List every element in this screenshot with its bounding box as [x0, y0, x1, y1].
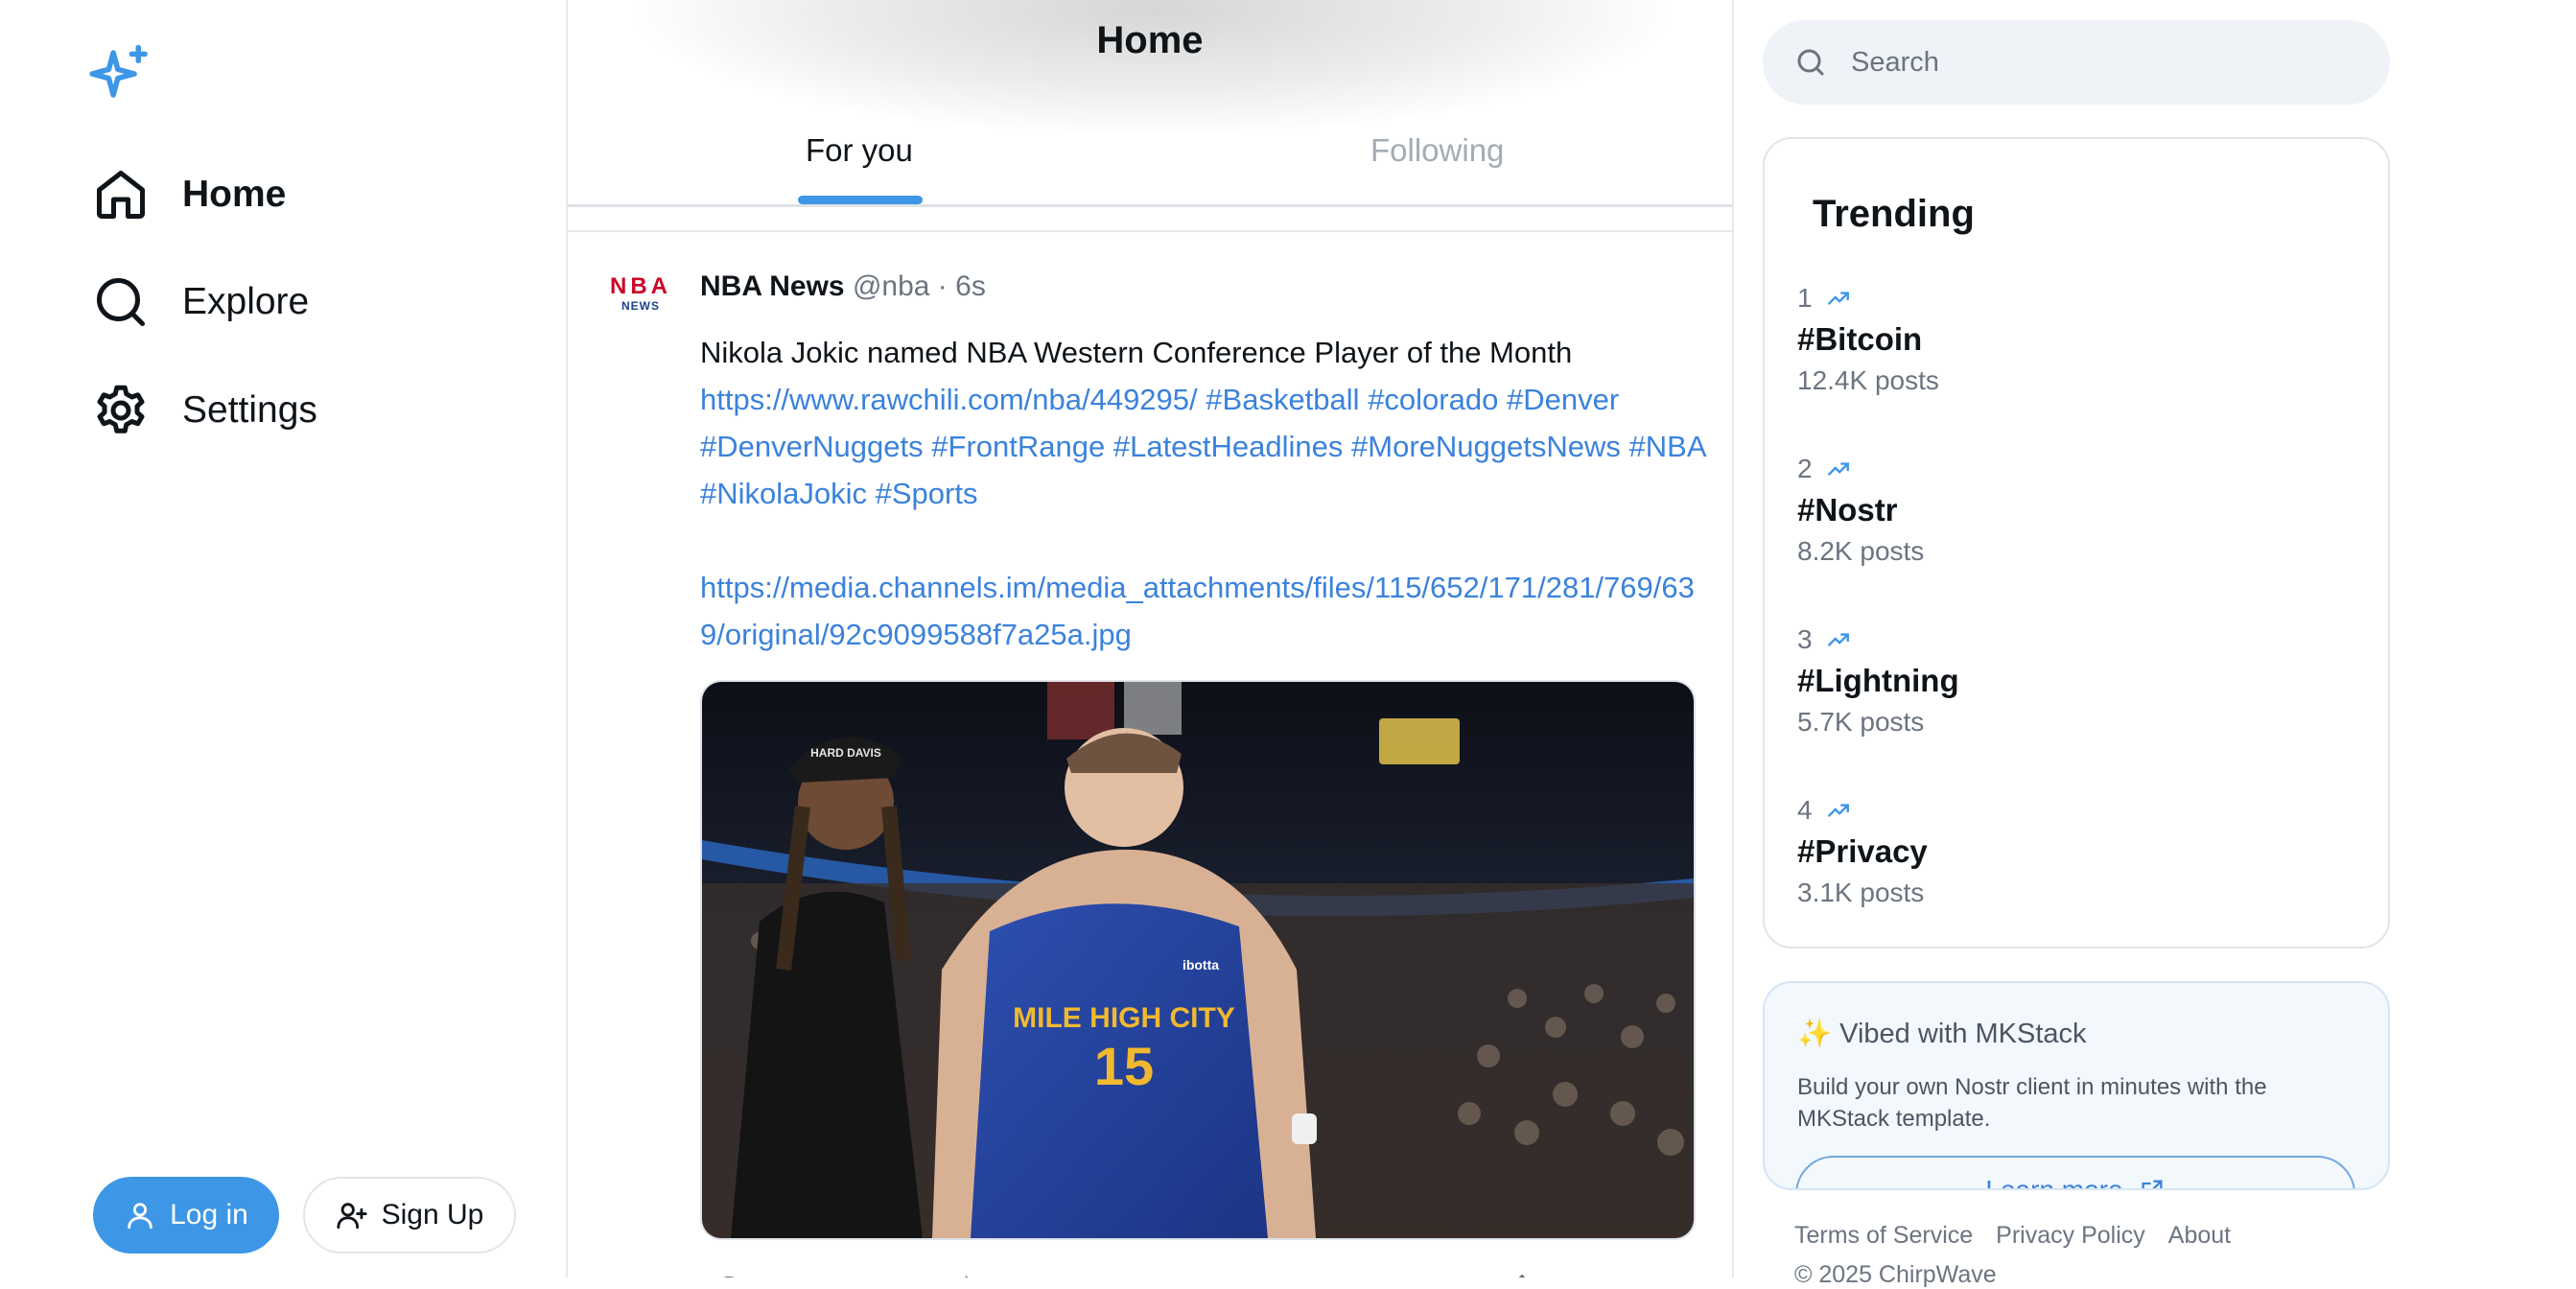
- nav-home-label: Home: [182, 174, 287, 215]
- gear-icon: [97, 385, 145, 434]
- footer-link-terms[interactable]: Terms of Service: [1794, 1222, 1973, 1250]
- trend-item[interactable]: 4 #Privacy 3.1K posts: [1797, 795, 1928, 908]
- post-body: Nikola Jokic named NBA Western Conferenc…: [700, 329, 1707, 517]
- signup-label: Sign Up: [381, 1199, 484, 1230]
- trending-up-icon: [1827, 292, 1849, 305]
- hashtag[interactable]: #NikolaJokic: [700, 477, 867, 510]
- post-handle[interactable]: @nba: [853, 270, 930, 302]
- cap-text: HARD DAVIS: [810, 746, 881, 760]
- home-icon: [97, 171, 145, 219]
- hashtag[interactable]: #LatestHeadlines: [1113, 430, 1344, 463]
- search-icon: [97, 278, 145, 326]
- trend-posts: 8.2K posts: [1797, 536, 1925, 566]
- tab-for-you[interactable]: For you: [806, 132, 913, 169]
- trending-title: Trending: [1813, 193, 1975, 235]
- post-image[interactable]: MILE HIGH CITY 15 ibotta HARD DAVIS: [700, 680, 1696, 1240]
- avatar[interactable]: NBA NEWS: [608, 274, 673, 322]
- trend-rank-row: 1: [1797, 283, 1939, 314]
- active-tab-indicator: [798, 196, 923, 204]
- hashtag[interactable]: #colorado: [1368, 383, 1498, 416]
- trend-tag: #Lightning: [1797, 663, 1959, 698]
- trend-rank: 3: [1797, 624, 1813, 654]
- jersey-number: 15: [1094, 1036, 1154, 1096]
- login-label: Log in: [170, 1199, 248, 1230]
- search-icon: [1797, 49, 1824, 76]
- main-feed: Home For you Following NBA NEWS NBA News…: [568, 0, 1734, 1277]
- trend-tag: #Nostr: [1797, 492, 1898, 527]
- learn-more-label: Learn more: [1985, 1175, 2123, 1190]
- tabs-divider: [568, 204, 1732, 207]
- trend-tag: #Privacy: [1797, 833, 1928, 869]
- heart-icon[interactable]: [1239, 1272, 1277, 1277]
- search-bar[interactable]: [1763, 20, 2390, 105]
- hashtag[interactable]: #MoreNuggetsNews: [1351, 430, 1621, 463]
- trend-rank-row: 3: [1797, 624, 1959, 655]
- feed-divider: [568, 230, 1732, 232]
- trending-up-icon: [1827, 462, 1849, 476]
- trend-item[interactable]: 3 #Lightning 5.7K posts: [1797, 624, 1959, 738]
- page-title: Home: [1096, 19, 1204, 61]
- trend-posts: 5.7K posts: [1797, 707, 1925, 737]
- user-icon: [128, 1203, 152, 1230]
- avatar-logo-subtext: NEWS: [621, 299, 660, 313]
- post-separator: ·: [937, 270, 948, 302]
- hashtag[interactable]: #DenverNuggets: [700, 430, 924, 463]
- trend-rank: 4: [1797, 795, 1813, 825]
- nav-home[interactable]: Home: [92, 161, 286, 228]
- learn-more-button[interactable]: Learn more: [1795, 1156, 2355, 1190]
- trend-posts: 12.4K posts: [1797, 365, 1939, 395]
- footer-link-about[interactable]: About: [2168, 1222, 2231, 1250]
- tab-following[interactable]: Following: [1370, 132, 1504, 169]
- post-time[interactable]: 6s: [955, 270, 986, 302]
- basketball-photo: MILE HIGH CITY 15 ibotta HARD DAVIS: [702, 682, 1694, 1238]
- avatar-logo-text: NBA: [610, 273, 671, 299]
- nav-explore-label: Explore: [182, 281, 310, 322]
- trend-rank-row: 2: [1797, 454, 1924, 484]
- footer-link-privacy[interactable]: Privacy Policy: [1996, 1222, 2145, 1250]
- hashtag[interactable]: #NBA: [1629, 430, 1705, 463]
- user-plus-icon: [337, 1203, 367, 1230]
- reply-icon[interactable]: [710, 1272, 748, 1277]
- external-link-icon: [2142, 1180, 2163, 1188]
- hashtag[interactable]: #Sports: [876, 477, 978, 510]
- trend-rank-row: 4: [1797, 795, 1928, 826]
- post-author[interactable]: NBA News: [700, 270, 845, 302]
- left-sidebar: Home Explore Settings Log in Sign Up: [0, 0, 568, 1277]
- hashtag[interactable]: #FrontRange: [931, 430, 1105, 463]
- hashtag[interactable]: #Denver: [1507, 383, 1619, 416]
- post-link[interactable]: https://www.rawchili.com/nba/449295/: [700, 383, 1198, 416]
- jersey-text: MILE HIGH CITY: [1013, 1002, 1235, 1034]
- trend-rank: 1: [1797, 283, 1813, 313]
- jersey-sponsor: ibotta: [1183, 957, 1219, 973]
- search-input[interactable]: [1849, 45, 2371, 80]
- hashtag[interactable]: #Basketball: [1206, 383, 1359, 416]
- sparkles-icon[interactable]: [88, 42, 152, 105]
- login-button[interactable]: Log in: [93, 1177, 279, 1254]
- promo-title: ✨ Vibed with MKStack: [1797, 1019, 2087, 1049]
- promo-card: ✨ Vibed with MKStack Build your own Nost…: [1763, 981, 2390, 1190]
- post-header: NBA News @nba · 6s: [700, 270, 986, 303]
- nav-explore[interactable]: Explore: [92, 269, 309, 336]
- trend-rank: 2: [1797, 454, 1813, 483]
- trend-tag: #Bitcoin: [1797, 321, 1923, 357]
- post-text: Nikola Jokic named NBA Western Conferenc…: [700, 336, 1573, 369]
- trending-up-icon: [1827, 804, 1849, 817]
- media-link[interactable]: https://media.channels.im/media_attachme…: [700, 564, 1698, 658]
- promo-description: Build your own Nostr client in minutes w…: [1797, 1074, 2267, 1132]
- trending-panel: Trending 1 #Bitcoin 12.4K posts 2 #Nostr…: [1763, 137, 2390, 949]
- footer-links: Terms of Service Privacy Policy About: [1794, 1222, 2231, 1250]
- share-icon[interactable]: [1503, 1272, 1541, 1277]
- trend-item[interactable]: 2 #Nostr 8.2K posts: [1797, 454, 1924, 567]
- repost-icon[interactable]: [955, 1272, 994, 1277]
- trending-up-icon: [1827, 633, 1849, 646]
- nav-settings[interactable]: Settings: [92, 377, 317, 444]
- signup-button[interactable]: Sign Up: [303, 1177, 516, 1254]
- copyright: © 2025 ChirpWave: [1794, 1261, 1997, 1288]
- trend-item[interactable]: 1 #Bitcoin 12.4K posts: [1797, 283, 1939, 396]
- trend-posts: 3.1K posts: [1797, 878, 1925, 907]
- nav-settings-label: Settings: [182, 389, 317, 431]
